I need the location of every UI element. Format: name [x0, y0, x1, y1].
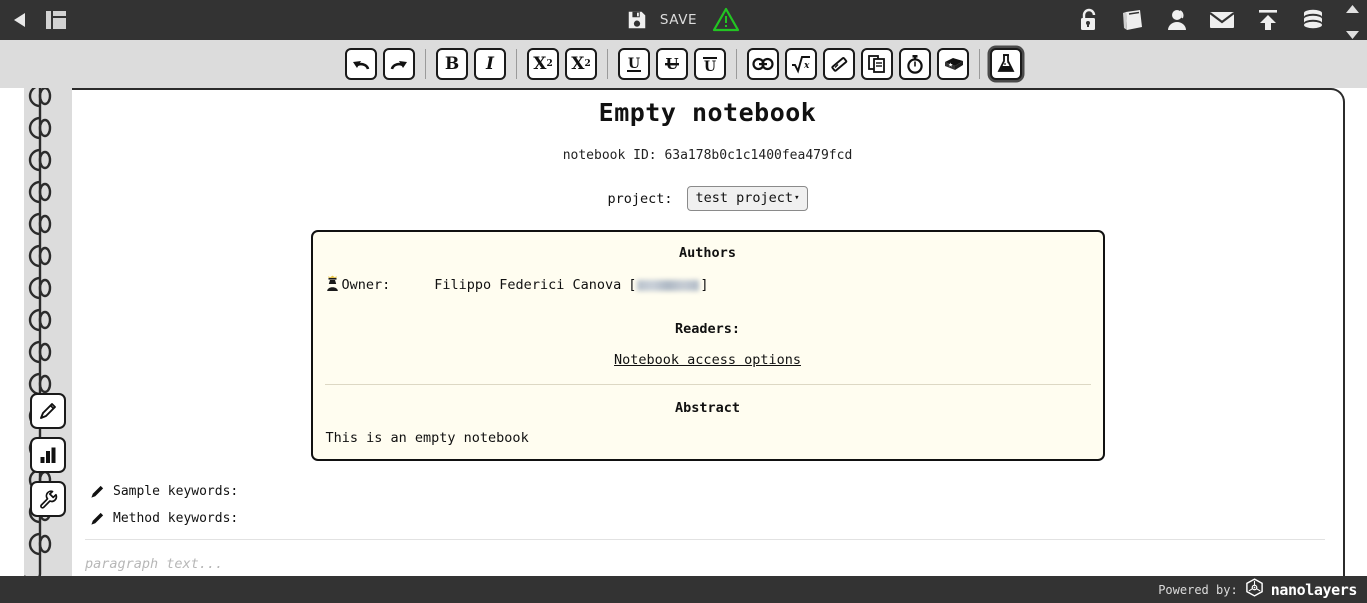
- paragraph-input[interactable]: paragraph text...: [85, 540, 1325, 579]
- formatting-toolbar: B I X2 X2 U U U x: [0, 40, 1367, 88]
- bold-label: B: [444, 53, 460, 74]
- link-button[interactable]: [747, 48, 779, 80]
- strikethrough-button[interactable]: U: [656, 48, 688, 80]
- mail-icon[interactable]: [1209, 10, 1235, 30]
- undo-button[interactable]: [345, 48, 377, 80]
- value-stepper[interactable]: [1346, 0, 1359, 43]
- notebook-metadata-card: Authors Owner: Filippo Federici Canova […: [310, 230, 1105, 461]
- authors-heading: Authors: [679, 245, 736, 261]
- notebook-icon[interactable]: [1121, 8, 1145, 32]
- back-triangle-icon[interactable]: [10, 10, 30, 30]
- toolbar-group-script: X2 X2: [517, 48, 607, 80]
- notebook-id: notebook ID: 63a178b0c1c1400fea479fcd: [562, 148, 853, 163]
- top-bar-left: [0, 8, 68, 32]
- italic-button[interactable]: I: [474, 48, 506, 80]
- highlighter-button[interactable]: [823, 48, 855, 80]
- readers-heading: Readers:: [674, 321, 741, 337]
- svg-text:U: U: [704, 59, 716, 74]
- formula-button[interactable]: x: [785, 48, 817, 80]
- brand-name: nanolayers: [1270, 580, 1358, 599]
- notebook-shell: Empty notebook notebook ID: 63a178b0c1c1…: [0, 88, 1367, 603]
- keywords-list: Sample keywords: Method keywords:: [72, 484, 1343, 526]
- card-divider: [324, 384, 1091, 385]
- user-icon[interactable]: [1166, 8, 1188, 32]
- owner-email-redacted: [637, 279, 700, 291]
- project-select[interactable]: test project ▾: [686, 186, 808, 211]
- chart-tool-button[interactable]: [30, 437, 66, 473]
- page-title: Empty notebook: [598, 98, 817, 127]
- notebook-page: Empty notebook notebook ID: 63a178b0c1c1…: [72, 88, 1345, 579]
- save-button[interactable]: SAVE: [626, 9, 697, 31]
- paste-document-button[interactable]: [861, 48, 893, 80]
- database-icon[interactable]: [1301, 8, 1325, 32]
- abstract-text[interactable]: This is an empty notebook: [325, 430, 1091, 446]
- caret-up-icon[interactable]: [1346, 0, 1359, 17]
- svg-text:U: U: [628, 56, 640, 72]
- pencil-icon[interactable]: [85, 511, 109, 526]
- powered-by-label: Powered by:: [1158, 582, 1238, 597]
- toolbar-group-decoration: U U U: [608, 48, 736, 80]
- bar-chart-icon: [40, 447, 56, 463]
- footer-bar: Powered by: nanolayers: [0, 576, 1367, 603]
- owner-crown-icon: [326, 275, 339, 295]
- top-bar: SAVE: [0, 0, 1367, 40]
- superscript-label: X: [571, 53, 585, 74]
- owner-row: Owner: Filippo Federici Canova []: [325, 275, 1091, 295]
- toolbar-group-style: B I: [426, 48, 516, 80]
- timer-button[interactable]: [899, 48, 931, 80]
- owner-label: Owner:: [341, 277, 391, 293]
- project-label: project:: [607, 190, 673, 207]
- side-tool-palette: [30, 393, 66, 517]
- unlock-icon[interactable]: [1078, 8, 1100, 32]
- overline-button[interactable]: U: [694, 48, 726, 80]
- pencil-icon[interactable]: [85, 484, 109, 499]
- layout-panels-icon[interactable]: [44, 8, 68, 32]
- method-keywords-label: Method keywords:: [113, 511, 239, 526]
- subscript-button[interactable]: X2: [527, 48, 559, 80]
- method-keywords-row[interactable]: Method keywords:: [85, 511, 1343, 526]
- sample-keywords-row[interactable]: Sample keywords:: [85, 484, 1343, 499]
- wrench-icon: [40, 490, 58, 509]
- nanolayers-hex-logo: [1245, 578, 1264, 601]
- toolbar-group-history: [335, 48, 425, 80]
- settings-tool-button[interactable]: [30, 481, 66, 517]
- subscript-digit: 2: [546, 59, 553, 69]
- owner-email-bracket-close: ]: [700, 277, 709, 293]
- superscript-digit: 2: [584, 59, 591, 69]
- flask-button[interactable]: [990, 48, 1022, 80]
- notebook-access-options-link[interactable]: Notebook access options: [325, 352, 1091, 368]
- project-select-value: test project: [695, 190, 794, 206]
- floppy-disk-icon: [626, 9, 648, 31]
- chevron-down-icon: ▾: [794, 193, 800, 203]
- edit-tool-button[interactable]: [30, 393, 66, 429]
- project-row: project: test project ▾: [72, 186, 1343, 211]
- superscript-button[interactable]: X2: [565, 48, 597, 80]
- warning-triangle-icon[interactable]: [711, 6, 741, 34]
- bold-button[interactable]: B: [436, 48, 468, 80]
- paragraph-zone: paragraph text...: [72, 539, 1343, 579]
- upload-icon[interactable]: [1256, 8, 1280, 32]
- subscript-label: X: [533, 53, 547, 74]
- sample-box-button[interactable]: [937, 48, 969, 80]
- pencil-icon: [40, 403, 56, 419]
- sample-keywords-label: Sample keywords:: [113, 484, 239, 499]
- svg-text:x: x: [803, 61, 810, 71]
- abstract-heading: Abstract: [674, 400, 741, 416]
- owner-name: Filippo Federici Canova: [434, 277, 622, 293]
- top-bar-right: [1078, 0, 1359, 43]
- redo-button[interactable]: [383, 48, 415, 80]
- owner-email-bracket-open: [: [628, 277, 637, 293]
- toolbar-group-experiment: [980, 48, 1032, 80]
- toolbar-group-insert: x: [737, 48, 979, 80]
- underline-button[interactable]: U: [618, 48, 650, 80]
- save-label: SAVE: [659, 12, 698, 28]
- italic-label: I: [486, 53, 494, 74]
